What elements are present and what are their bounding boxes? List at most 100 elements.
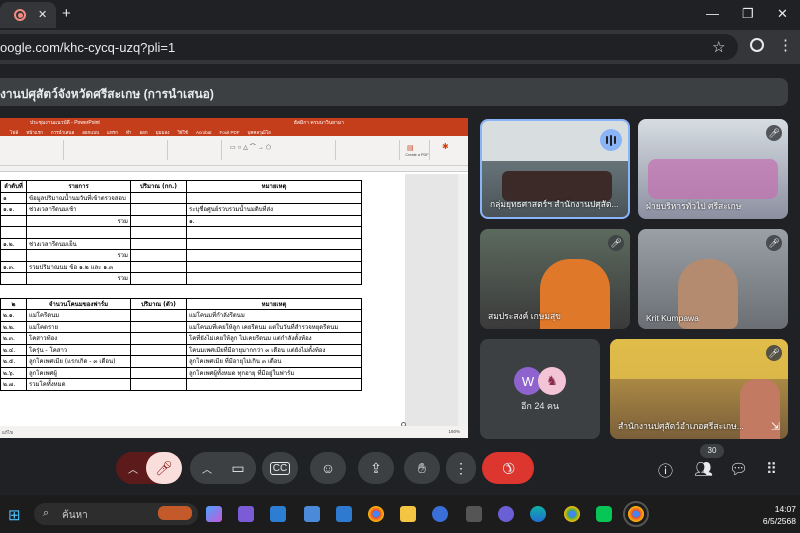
ribbon-tab[interactable]: วิธีใช้ [177, 129, 188, 136]
mic-toggle-button[interactable]: 🎤︎ [146, 452, 182, 484]
table-cell: ระบุชื่อศูนย์รวบรวมน้ำนมดิบที่ส่ง [186, 203, 362, 216]
table-cell [186, 226, 362, 239]
ribbon-tab[interactable]: บุคคลวุฒิโอ [247, 129, 270, 136]
table-cell: รวม [26, 272, 131, 285]
captions-button[interactable]: CC [262, 452, 298, 484]
ribbon-tab[interactable]: Foxit PDF [219, 130, 239, 135]
close-window-icon[interactable]: ✕ [777, 6, 788, 22]
mic-off-icon: 🎤︎ [608, 235, 624, 251]
people-icon[interactable]: 👥︎ [694, 460, 713, 478]
mic-off-icon: 🎤︎ [155, 459, 173, 476]
ribbon-tab[interactable]: ทำ [126, 129, 132, 136]
ribbon-tab[interactable]: มุมมอง [156, 129, 170, 136]
addin-icon[interactable]: ✱ [442, 142, 449, 151]
ribbon-tab[interactable]: หน้าแรก [26, 129, 43, 136]
taskbar-search[interactable]: ⌕ ค้นหา [34, 503, 198, 525]
bookmark-star-icon[interactable]: ☆ [712, 38, 725, 56]
others-avatars: W ♞ [514, 367, 566, 395]
ribbon-tab[interactable]: Acrobat [196, 130, 212, 135]
table-cell: แม่โคนมที่เคยให้ลูก เคยรีดนม แต่ในวันที่… [186, 320, 362, 333]
address-bar[interactable]: oogle.com/khc-cycq-uzq?pli=1 ☆ [0, 34, 738, 60]
table-row: ๒.๗. รวมโคทั้งหมด [0, 378, 362, 391]
new-tab-icon[interactable]: + [62, 6, 71, 21]
windows-start-icon[interactable]: ⊞ [8, 506, 21, 524]
participant-tile[interactable]: 🎤︎ สมประสงค์ เกษมสุข [480, 229, 630, 329]
browser-tab[interactable]: ✕ [0, 2, 56, 28]
table-gap [0, 283, 362, 299]
avatar-image-icon: ♞ [538, 367, 566, 395]
chrome-profile-icon[interactable] [564, 506, 580, 522]
participant-tile[interactable]: 🎤︎ สำนักงานปศุสัตว์อำเภอศรีสะเกษ... ⇲ [610, 339, 788, 439]
mic-options-chevron-icon[interactable]: ︿ [128, 461, 138, 476]
powerpoint-ribbon-tabs: ไฟล์ หน้าแรก การนำเสนอ ออกแบบ แทรก ทำ ออ… [0, 128, 468, 136]
tab-close-icon[interactable]: ✕ [38, 9, 47, 21]
table-header-cell: หมายเหตุ [186, 180, 362, 193]
participant-tile[interactable]: 🎤︎ ฝ่ายบริหารทั่วไป ศรีสะเกษ [638, 119, 788, 219]
table-cell [26, 226, 131, 239]
ribbon-tab[interactable]: การนำเสนอ [51, 129, 74, 136]
minimize-icon[interactable]: — [706, 6, 719, 21]
system-clock[interactable]: 14:07 6/5/2568 [736, 503, 796, 527]
camera-options-chevron-icon[interactable]: ︿ [202, 461, 212, 476]
ribbon-tab[interactable]: ออกแบบ [82, 129, 99, 136]
reactions-button[interactable]: ☺ [310, 452, 346, 484]
table-row: ๑.๑. ช่วงเวลารีดนมเช้า ระบุชื่อศูนย์รวบรวม… [0, 203, 362, 216]
copilot-icon[interactable] [206, 506, 222, 522]
camera-toggle-button[interactable]: ▭ [220, 452, 256, 484]
app-icon[interactable] [498, 506, 514, 522]
chat-icon[interactable]: 💬︎ [729, 460, 748, 478]
meeting-info-icon[interactable]: ⓘ [658, 460, 673, 481]
table-cell: ๒.๖. [0, 366, 27, 379]
pdf-icon[interactable]: ▤ [407, 144, 414, 152]
more-vert-icon: ⋮ [454, 459, 468, 476]
slide-canvas[interactable]: ลำดับที่ รายการ ปริมาณ (กก.) หมายเหตุ๑ข้อมู… [0, 174, 406, 427]
line-icon[interactable] [596, 506, 612, 522]
slide-scrollbar[interactable] [458, 174, 468, 426]
table-cell: รวมโคทั้งหมด [26, 378, 131, 391]
table-cell [130, 378, 187, 391]
participant-name: Krit Kumpawa [646, 313, 699, 323]
zoom-level[interactable]: 160% [448, 429, 460, 434]
participant-tile[interactable]: 🎤︎ Krit Kumpawa [638, 229, 788, 329]
ribbon-tab[interactable]: ออก [139, 129, 147, 136]
present-button[interactable]: ⇪ [358, 452, 394, 484]
shapes-gallery-icon[interactable]: ▭○△⌒→⬠ [230, 142, 273, 151]
app-cube-icon[interactable] [304, 506, 320, 522]
snipping-icon[interactable] [270, 506, 286, 522]
profile-icon[interactable] [750, 38, 764, 52]
ribbon-group-editing [340, 140, 400, 160]
browser-menu-icon[interactable]: ⋮ [778, 36, 793, 54]
ribbon-group-paragraph [172, 140, 222, 160]
table-cell [130, 309, 187, 322]
others-tile[interactable]: W ♞ อีก 24 คน [480, 339, 600, 439]
widgets-icon[interactable] [238, 506, 254, 522]
chrome-active-icon[interactable] [623, 501, 649, 527]
browser-tab-bar: ✕ + — ❐ ✕ [0, 0, 800, 30]
table-cell [130, 191, 187, 204]
file-explorer-icon[interactable] [400, 506, 416, 522]
restore-icon[interactable]: ❐ [742, 6, 754, 22]
participant-tile[interactable]: กลุ่มยุทธศาสตร์ฯ สำนักงานปศุสัต... [480, 119, 630, 219]
participant-name: กลุ่มยุทธศาสตร์ฯ สำนักงานปศุสัต... [490, 199, 619, 209]
table-row: ๒.๓. โคสาวท้อง โคที่ยังไม่เคยให้ลูก ไม่เคย… [0, 332, 362, 345]
table-cell [186, 191, 362, 204]
participant-count-badge: 30 [700, 444, 724, 458]
vscode-icon[interactable] [336, 506, 352, 522]
edge-icon[interactable] [530, 506, 546, 522]
more-options-button[interactable]: ⋮ [446, 452, 476, 484]
mic-off-icon: 🎤︎ [766, 345, 782, 361]
app-icon[interactable] [432, 506, 448, 522]
pin-icon[interactable]: ⇲ [771, 420, 780, 433]
activities-icon[interactable]: ⠿ [766, 460, 777, 478]
shared-screen[interactable]: ประชุมงานแนวบัดี - PowerPoint ฮัสมิกา คร… [0, 118, 468, 438]
app-e-icon[interactable] [466, 506, 482, 522]
powerpoint-titlebar: ประชุมงานแนวบัดี - PowerPoint ฮัสมิกา คร… [0, 118, 468, 128]
chrome-icon[interactable] [368, 506, 384, 522]
ribbon-tab[interactable]: ไฟล์ [10, 129, 18, 136]
table-cell [0, 214, 27, 227]
ribbon-tab[interactable]: แทรก [107, 129, 118, 136]
leave-call-button[interactable]: ✆ [482, 452, 534, 484]
table-cell: ๑ [0, 191, 27, 204]
raise-hand-button[interactable]: ✋︎ [404, 452, 440, 484]
table-cell [130, 214, 187, 227]
